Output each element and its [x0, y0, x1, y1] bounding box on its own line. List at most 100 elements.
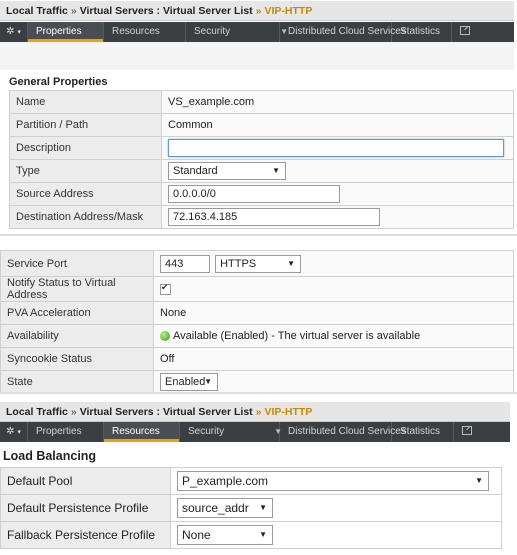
tab-resources[interactable]: Resources [104, 22, 186, 42]
syncookie-value: Off [153, 347, 514, 371]
external-window-icon [460, 25, 470, 35]
default-pool-value: P_example.com [182, 474, 269, 488]
state-cell: Enabled ▼ [153, 370, 514, 394]
type-select[interactable]: Standard ▼ [168, 162, 286, 180]
breadcrumb-current: VIP-HTTP [264, 406, 313, 418]
destination-cell: 72.163.4.185 [161, 205, 514, 229]
tab-statistics[interactable]: Statistics [392, 22, 452, 42]
table-row: PVA Acceleration None [0, 301, 514, 325]
external-window-button[interactable] [454, 422, 480, 442]
table-row: Default Persistence Profile source_addr ▼ [0, 494, 502, 522]
default-persistence-value: source_addr [182, 501, 249, 515]
tab-statistics[interactable]: Statistics [392, 422, 454, 442]
service-port-label: Service Port [0, 250, 154, 277]
type-select-value: Standard [173, 165, 218, 177]
protocol-value: HTTPS [220, 257, 257, 270]
breadcrumb-virtual-servers[interactable]: Virtual Servers : Virtual Server List [80, 406, 253, 418]
breadcrumb: Local Traffic» Virtual Servers : Virtual … [0, 1, 514, 21]
default-pool-label: Default Pool [0, 467, 171, 495]
table-row: Source Address 0.0.0.0/0 [9, 182, 514, 206]
tab-resources[interactable]: Resources [104, 422, 180, 442]
description-label: Description [9, 136, 162, 160]
breadcrumb-local-traffic[interactable]: Local Traffic [6, 406, 68, 418]
table-row: Description [9, 136, 514, 160]
gear-icon: ✲ [6, 426, 15, 437]
table-row: Notify Status to Virtual Address [0, 276, 514, 302]
green-status-icon [160, 331, 170, 342]
breadcrumb-virtual-servers[interactable]: Virtual Servers : Virtual Server List [80, 5, 253, 17]
table-row: Type Standard ▼ [9, 159, 514, 183]
default-pool-cell: P_example.com ▼ [170, 467, 502, 495]
service-properties-table: Service Port 443 HTTPS ▼ Notify Status to… [0, 250, 514, 394]
breadcrumb-local-traffic[interactable]: Local Traffic [6, 5, 68, 17]
chevron-down-icon: ▼ [204, 377, 212, 386]
tab-security-label: Security [194, 26, 231, 37]
tab-bar: ✲ ▾ Properties Resources Security ▼ Distr… [0, 422, 510, 442]
tab-properties[interactable]: Properties [28, 22, 104, 42]
description-input[interactable] [168, 139, 504, 157]
external-window-button[interactable] [452, 22, 476, 42]
pva-value: None [153, 301, 514, 325]
panel1-spacer [0, 42, 514, 70]
table-row: Destination Address/Mask 72.163.4.185 [9, 205, 514, 229]
divider [0, 392, 517, 394]
tab-security[interactable]: Security ▼ [180, 422, 282, 442]
table-row: Service Port 443 HTTPS ▼ [0, 250, 514, 277]
external-window-icon [462, 425, 472, 435]
destination-input[interactable]: 72.163.4.185 [168, 208, 380, 226]
partition-value: Common [161, 113, 514, 137]
table-row: State Enabled ▼ [0, 370, 514, 394]
gear-menu-button[interactable]: ✲ ▾ [0, 422, 28, 442]
table-row: Default Pool P_example.com ▼ [0, 467, 502, 495]
state-select[interactable]: Enabled ▼ [160, 373, 218, 391]
tab-security[interactable]: Security ▼ [186, 22, 288, 42]
tab-properties[interactable]: Properties [28, 422, 104, 442]
partition-label: Partition / Path [9, 113, 162, 137]
table-row: Fallback Persistence Profile None ▼ [0, 521, 502, 549]
availability-value: Available (Enabled) - The virtual server… [173, 330, 421, 342]
state-label: State [0, 370, 154, 394]
default-persistence-cell: source_addr ▼ [170, 494, 502, 522]
tab-distributed-cloud[interactable]: Distributed Cloud Services [280, 422, 406, 442]
destination-label: Destination Address/Mask [9, 205, 162, 229]
pva-label: PVA Acceleration [0, 301, 154, 325]
source-address-cell: 0.0.0.0/0 [161, 182, 514, 206]
notify-label: Notify Status to Virtual Address [0, 276, 154, 302]
default-persistence-label: Default Persistence Profile [0, 494, 171, 522]
notify-checkbox[interactable] [160, 282, 171, 295]
gear-menu-button[interactable]: ✲ ▾ [0, 22, 28, 42]
chevron-down-icon: ▼ [272, 166, 280, 175]
source-address-input[interactable]: 0.0.0.0/0 [168, 185, 340, 203]
table-row: Name VS_example.com [9, 90, 514, 114]
type-cell: Standard ▼ [161, 159, 514, 183]
chevron-down-icon: ▼ [259, 530, 267, 539]
service-port-cell: 443 HTTPS ▼ [153, 250, 514, 277]
service-port-protocol-select[interactable]: HTTPS ▼ [215, 254, 302, 273]
source-address-label: Source Address [9, 182, 162, 206]
state-select-value: Enabled [165, 376, 206, 388]
tab-distributed-cloud[interactable]: Distributed Cloud Services [280, 22, 406, 42]
default-persistence-select[interactable]: source_addr ▼ [177, 498, 273, 518]
description-cell [161, 136, 514, 160]
syncookie-label: Syncookie Status [0, 347, 154, 371]
table-row: Availability Available (Enabled) - The v… [0, 324, 514, 348]
section-title-general: General Properties [9, 76, 108, 88]
breadcrumb: Local Traffic» Virtual Servers : Virtual … [0, 402, 510, 422]
general-properties-table: Name VS_example.com Partition / Path Com… [9, 90, 514, 229]
breadcrumb-current: VIP-HTTP [264, 5, 313, 17]
chevron-down-icon: ▼ [287, 258, 296, 268]
fallback-persistence-label: Fallback Persistence Profile [0, 521, 171, 549]
tab-security-label: Security [188, 426, 225, 437]
fallback-persistence-select[interactable]: None ▼ [177, 525, 273, 545]
tab-bar: ✲ ▾ Properties Resources Security ▼ Distr… [0, 22, 514, 42]
gear-icon: ✲ [6, 26, 15, 37]
chevron-down-icon: ▼ [259, 503, 267, 512]
availability-label: Availability [0, 324, 154, 348]
name-value: VS_example.com [161, 90, 514, 114]
section-title-load-balancing: Load Balancing [3, 449, 97, 463]
table-row: Syncookie Status Off [0, 347, 514, 371]
default-pool-select[interactable]: P_example.com ▼ [177, 471, 489, 491]
notify-cell [153, 276, 514, 302]
service-port-input[interactable]: 443 [160, 254, 210, 273]
type-label: Type [9, 159, 162, 183]
